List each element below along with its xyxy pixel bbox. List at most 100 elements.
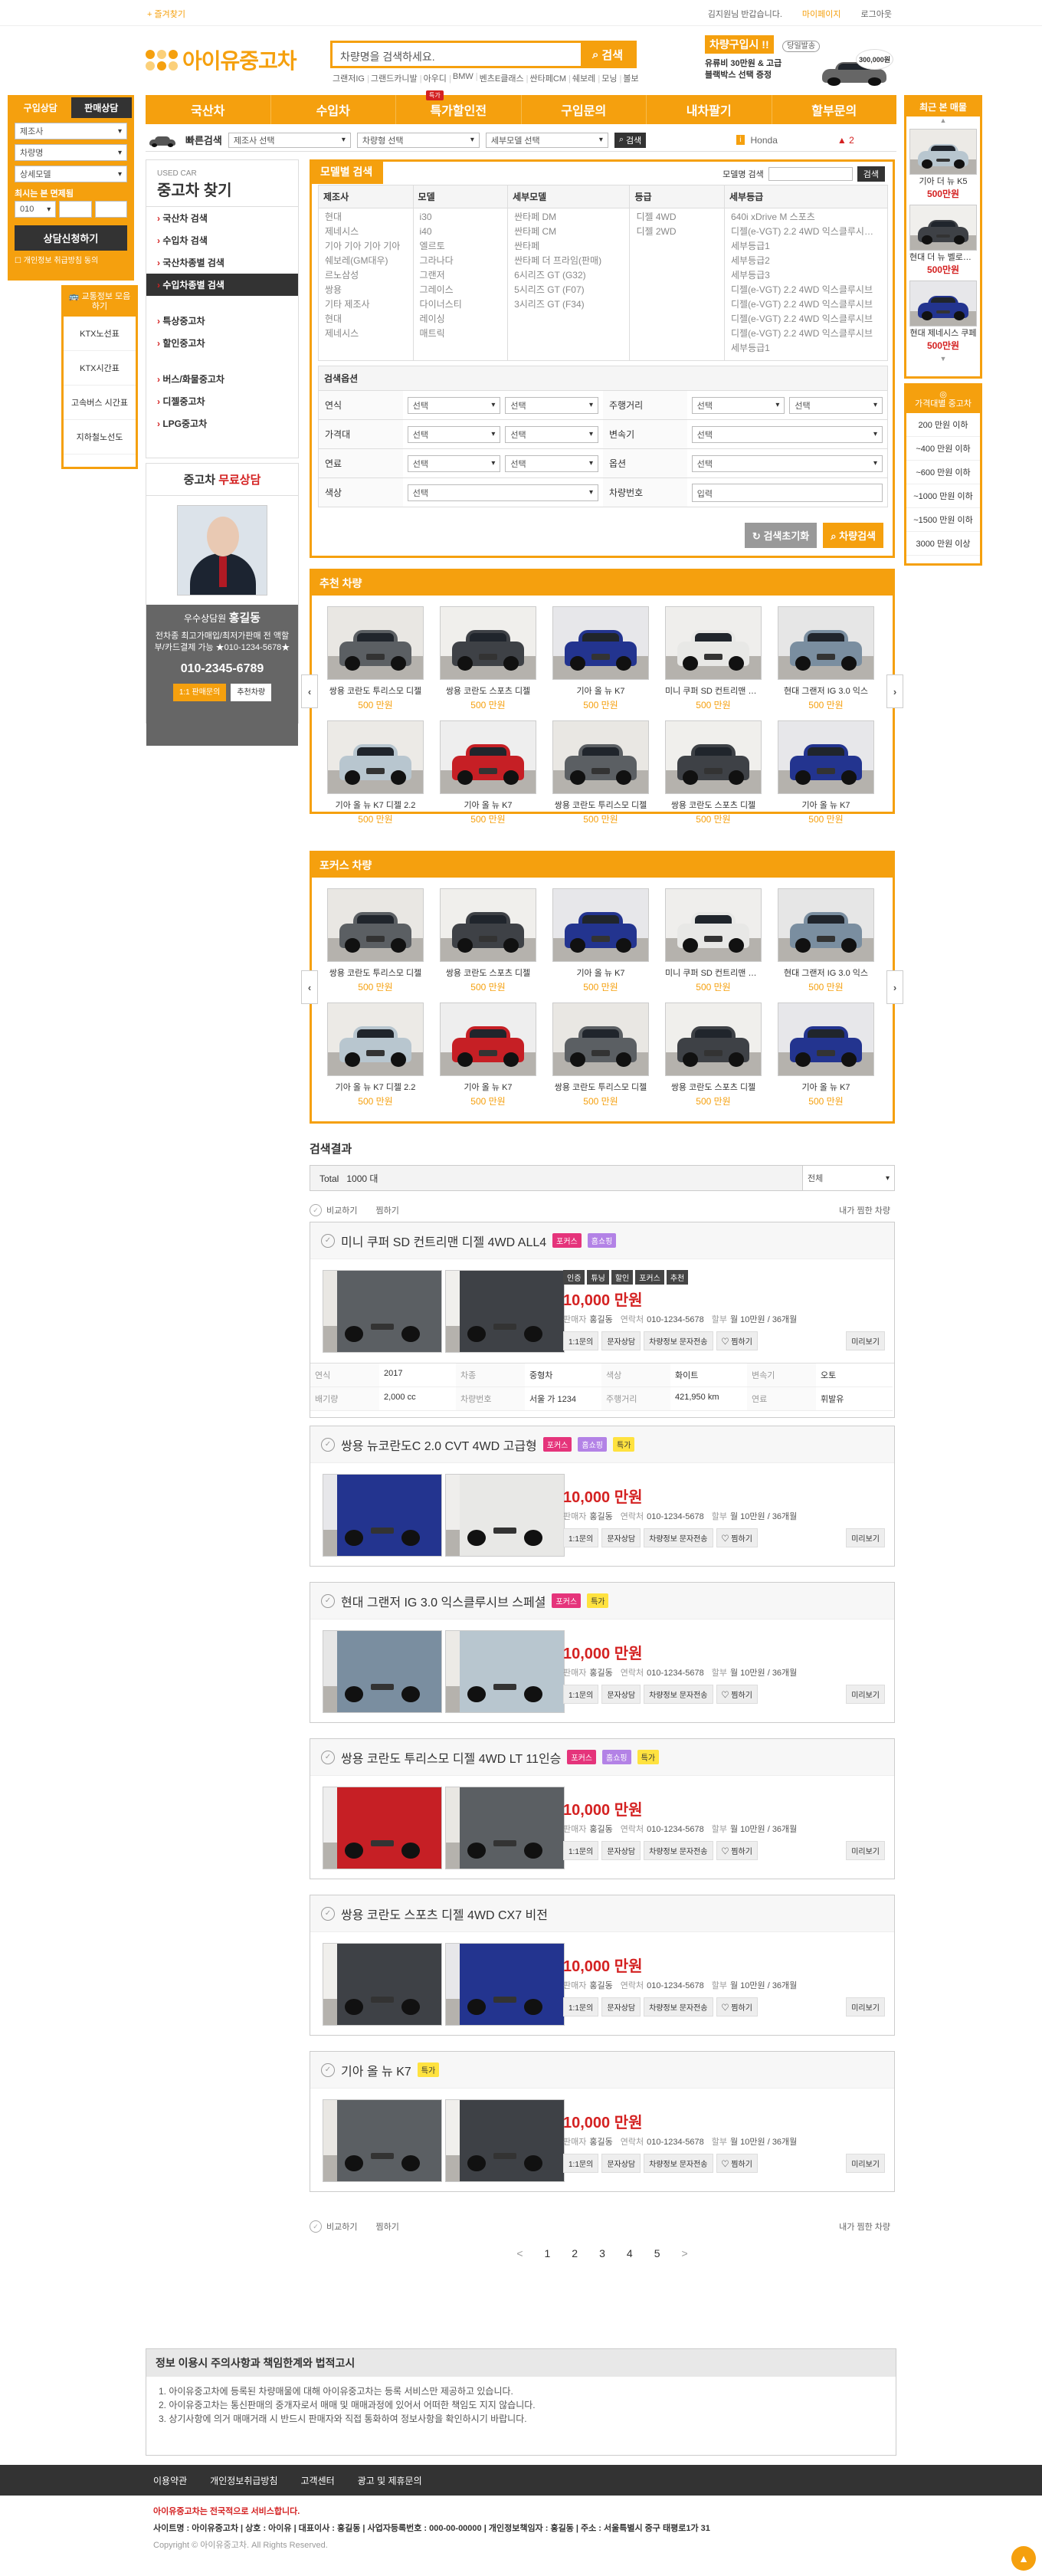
listing-photo[interactable] — [323, 1474, 442, 1557]
page-link[interactable]: 5 — [654, 2247, 660, 2259]
sms-consult-button[interactable]: 문자상담 — [601, 1528, 641, 1547]
quick-maker-select[interactable]: 제조사 선택 — [228, 132, 351, 148]
filter-option[interactable]: 그랜저 — [420, 268, 502, 283]
traffic-link[interactable]: KTX시간표 — [64, 351, 136, 386]
model-name-search-button[interactable]: 검색 — [857, 166, 885, 182]
recent-car[interactable]: 기아 더 뉴 K5 500만원 — [909, 129, 977, 200]
filter-option[interactable]: 기타 제조사 — [325, 297, 407, 312]
car-thumbnail[interactable] — [552, 606, 649, 680]
mypage-link[interactable]: 마이페이지 — [802, 8, 841, 20]
listing-name[interactable]: 기아 올 뉴 K7 — [341, 2061, 411, 2079]
send-info-button[interactable]: 차량정보 문자전송 — [644, 1528, 713, 1547]
filter-option[interactable]: 다이너스티 — [420, 297, 502, 312]
listing-photo[interactable] — [323, 1270, 442, 1353]
wish-button[interactable]: ♡ 찜하기 — [716, 2154, 758, 2173]
listing-checkbox[interactable]: ✓ — [321, 2062, 335, 2077]
select-all-checkbox[interactable]: ✓ — [310, 1204, 322, 1216]
consult-phone-prefix[interactable]: 010 — [15, 201, 57, 218]
filter-option[interactable]: 디젤 4WD — [636, 210, 718, 225]
filter-option[interactable]: 6시리즈 GT (G32) — [514, 268, 623, 283]
listing-checkbox[interactable]: ✓ — [321, 1593, 335, 1608]
car-card[interactable]: 기아 올 뉴 K7 500 만원 — [552, 606, 649, 711]
inquiry-button[interactable]: 1:1문의 — [563, 2154, 599, 2173]
send-info-button[interactable]: 차량정보 문자전송 — [644, 1685, 713, 1704]
option-select[interactable]: 선택 — [407, 396, 501, 414]
car-thumbnail[interactable] — [665, 720, 762, 794]
preview-button[interactable]: 미리보기 — [846, 2154, 885, 2173]
tab-buy-consult[interactable]: 구입상담 — [10, 97, 71, 118]
scroll-top-button[interactable]: ▲ — [1011, 2546, 1036, 2571]
filter-option[interactable]: 쉐보레(GM대우) — [325, 254, 407, 268]
car-thumbnail[interactable] — [440, 888, 536, 962]
wish-button[interactable]: ♡ 찜하기 — [716, 1528, 758, 1547]
quick-search-button[interactable]: ⌕ 검색 — [614, 132, 647, 148]
footer-link[interactable]: 광고 및 제휴문의 — [358, 2474, 422, 2487]
listing-photo[interactable] — [323, 2099, 442, 2182]
car-card[interactable]: 미니 쿠퍼 SD 컨트리맨 디젤 500 만원 — [665, 888, 762, 993]
promo-banner[interactable]: 차량구입시 !! 당일발송 유류비 30만원 & 고급 블랙박스 선택 증정 30… — [705, 35, 896, 94]
recent-car[interactable]: 현대 제네시스 쿠페 500만원 — [909, 281, 977, 352]
nav-item[interactable]: 수입차 — [271, 95, 396, 124]
price-range-link[interactable]: ~1500 만원 이하 — [906, 508, 980, 532]
nav-item[interactable]: 구입문의 — [522, 95, 647, 124]
option-select[interactable]: 선택 — [407, 425, 501, 443]
traffic-link[interactable]: KTX노선표 — [64, 317, 136, 351]
price-range-link[interactable]: ~1000 만원 이하 — [906, 484, 980, 508]
filter-option[interactable]: 디젤(e-VGT) 2.2 4WD 익스클루시브 — [731, 312, 881, 327]
listing-photo[interactable] — [323, 1943, 442, 2026]
filter-option[interactable]: 그라나다 — [420, 254, 502, 268]
filter-option[interactable]: 3시리즈 GT (F34) — [514, 297, 623, 312]
filter-option[interactable]: 디젤(e-VGT) 2.2 4WD 익스클루시브 — [731, 327, 881, 341]
traffic-link[interactable]: 고속버스 시간표 — [64, 386, 136, 420]
page-link[interactable]: 1 — [545, 2247, 551, 2259]
option-select[interactable]: 선택 — [505, 454, 599, 472]
car-thumbnail[interactable] — [440, 720, 536, 794]
wish-button[interactable]: 찜하기 — [375, 2220, 398, 2233]
option-select[interactable]: 선택 — [789, 396, 883, 414]
lnb-item[interactable]: 국산차 검색 — [146, 207, 298, 229]
car-card[interactable]: 기아 올 뉴 K7 디젤 2.2 500 만원 — [327, 1003, 424, 1108]
filter-option[interactable]: 쌍용 — [325, 283, 407, 297]
traffic-link[interactable]: 지하철노선도 — [64, 420, 136, 454]
recommended-cars-button[interactable]: 추천차량 — [231, 684, 272, 701]
carousel-next-button[interactable]: › — [886, 674, 903, 708]
wish-button[interactable]: 찜하기 — [375, 1204, 398, 1216]
consult-model-select[interactable]: 상세모델 — [15, 166, 127, 182]
preview-button[interactable]: 미리보기 — [846, 1528, 885, 1547]
keyword-link[interactable]: 그랜드카니발 — [371, 72, 422, 84]
car-thumbnail[interactable] — [440, 606, 536, 680]
send-info-button[interactable]: 차량정보 문자전송 — [644, 1841, 713, 1860]
keyword-link[interactable]: 쉐보레 — [572, 72, 600, 84]
option-select[interactable]: 선택 — [407, 454, 501, 472]
keyword-link[interactable]: 아우디 — [424, 72, 451, 84]
recent-car-photo[interactable] — [909, 129, 977, 175]
car-thumbnail[interactable] — [665, 606, 762, 680]
inquiry-button[interactable]: 1:1문의 — [563, 1841, 599, 1860]
car-card[interactable]: 쌍용 코란도 투리스모 디젤 500 만원 — [552, 720, 649, 825]
car-card[interactable]: 쌍용 코란도 투리스모 디젤 500 만원 — [327, 606, 424, 711]
listing-name[interactable]: 쌍용 코란도 투리스모 디젤 4WD LT 11인승 — [341, 1748, 561, 1767]
car-thumbnail[interactable] — [327, 720, 424, 794]
listing-name[interactable]: 현대 그랜저 IG 3.0 익스클루시브 스페셜 — [341, 1592, 546, 1610]
keyword-link[interactable]: 그랜저IG — [333, 72, 369, 84]
filter-option[interactable]: 640i xDrive M 스포츠 — [731, 210, 881, 225]
filter-option[interactable]: 엘르토 — [420, 239, 502, 254]
listing-name[interactable]: 쌍용 코란도 스포츠 디젤 4WD CX7 비전 — [341, 1905, 548, 1923]
inquiry-button[interactable]: 1:1문의 — [563, 1331, 599, 1350]
one-to-one-sell-button[interactable]: 1:1 판매문의 — [172, 684, 227, 701]
search-button[interactable]: ⌕ 검색 — [581, 43, 634, 66]
car-card[interactable]: 쌍용 코란도 투리스모 디젤 500 만원 — [327, 888, 424, 993]
filter-option[interactable]: 싼타페 더 프라임(판매) — [514, 254, 623, 268]
car-card[interactable]: 미니 쿠퍼 SD 컨트리맨 디젤 500 만원 — [665, 606, 762, 711]
nav-item[interactable]: 내차팔기 — [647, 95, 772, 124]
send-info-button[interactable]: 차량정보 문자전송 — [644, 2154, 713, 2173]
lnb-item[interactable]: 수입차 검색 — [146, 229, 298, 251]
wish-button[interactable]: ♡ 찜하기 — [716, 1685, 758, 1704]
page-link[interactable]: > — [681, 2247, 687, 2259]
car-thumbnail[interactable] — [778, 1003, 874, 1076]
filter-option[interactable]: 레이싱 — [420, 312, 502, 327]
keyword-link[interactable]: 모닝 — [601, 72, 621, 84]
filter-option[interactable]: 싼타페 DM — [514, 210, 623, 225]
wish-button[interactable]: ♡ 찜하기 — [716, 1841, 758, 1860]
car-thumbnail[interactable] — [440, 1003, 536, 1076]
